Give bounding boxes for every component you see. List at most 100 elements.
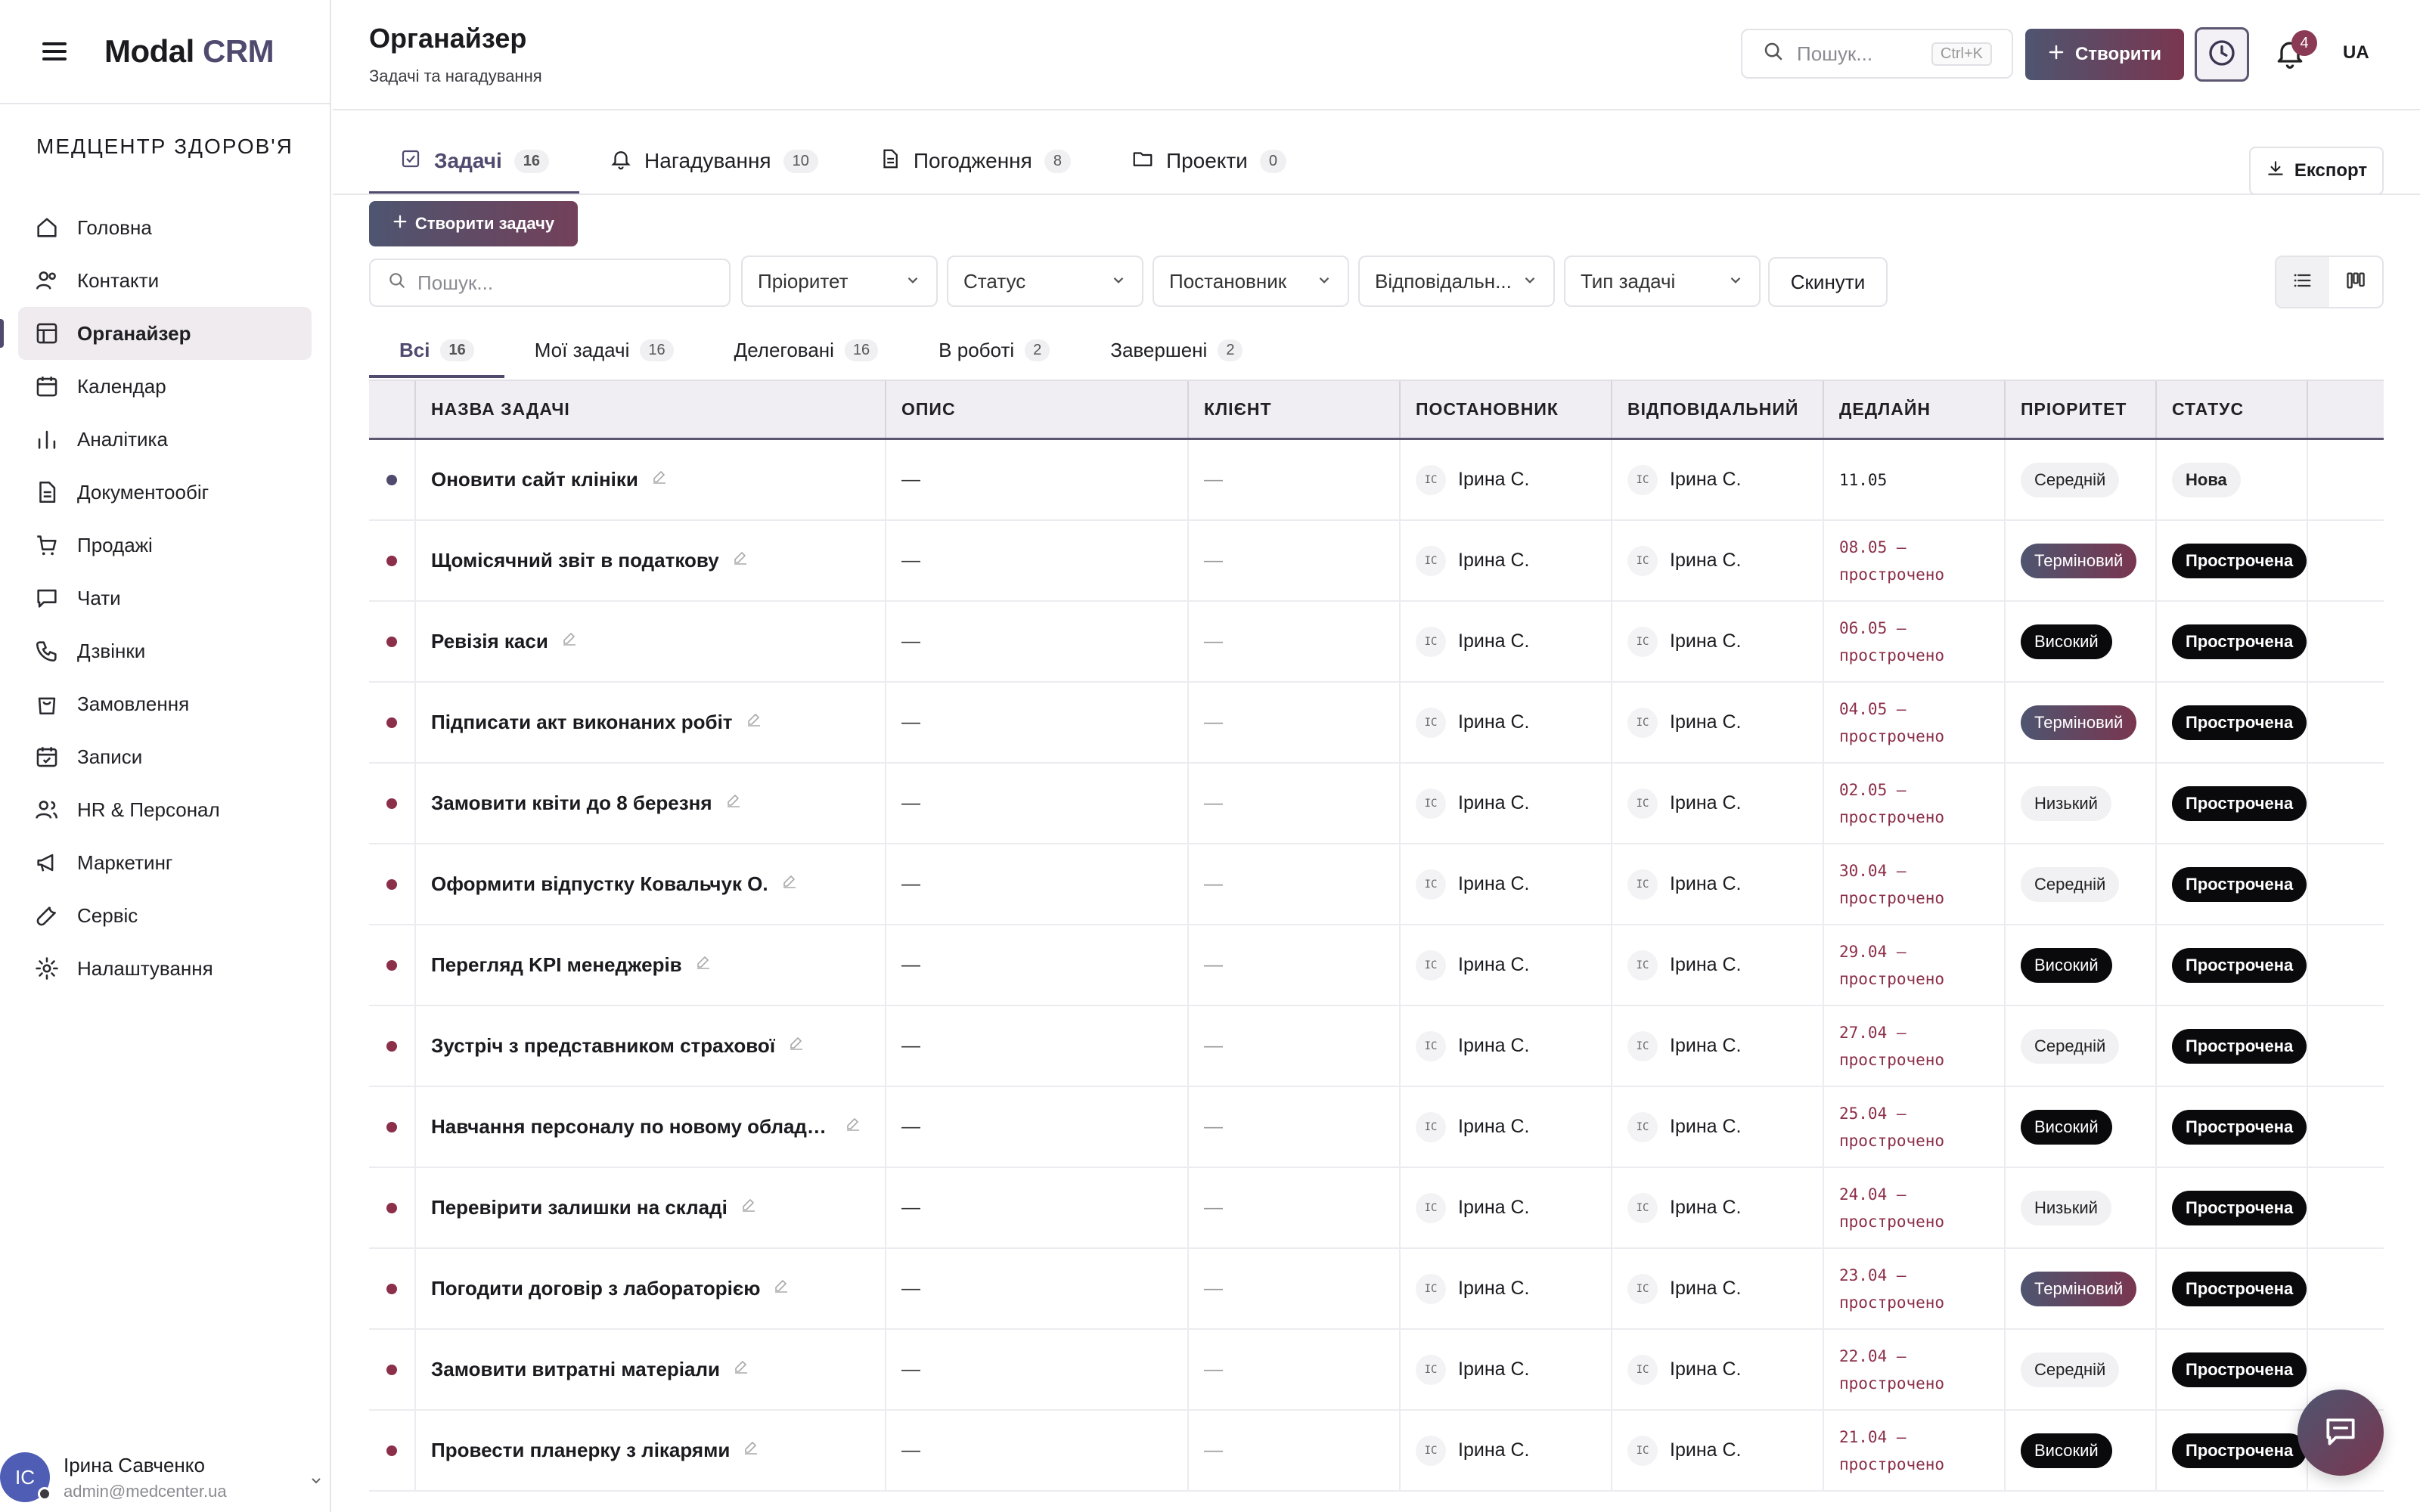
main-tab[interactable]: Проекти 0 <box>1101 129 1317 194</box>
table-row[interactable]: Зустріч з представником страхової — — IC… <box>369 1006 2384 1087</box>
task-name[interactable]: Перегляд KPI менеджерів <box>431 953 682 977</box>
column-header[interactable]: ОПИС <box>886 381 1189 438</box>
time-tracker-button[interactable] <box>2195 27 2249 82</box>
filter-dropdown[interactable]: Постановник <box>1153 256 1349 307</box>
task-search-input[interactable]: Пошук... <box>369 259 731 307</box>
edit-icon[interactable] <box>731 549 749 572</box>
task-name-cell[interactable]: Замовити витратні матеріали <box>416 1330 886 1409</box>
edit-icon[interactable] <box>780 872 799 896</box>
task-name-cell[interactable]: Зустріч з представником страхової <box>416 1006 886 1086</box>
task-name-cell[interactable]: Щомісячний звіт в податкову <box>416 521 886 600</box>
task-filter-tab[interactable]: Делеговані 16 <box>704 324 909 376</box>
task-filter-tab[interactable]: Всі 16 <box>369 324 504 378</box>
sidebar-item[interactable]: Документообіг <box>18 466 312 519</box>
sidebar-item[interactable]: Дзвінки <box>18 624 312 677</box>
app-logo[interactable]: Modal CRM <box>104 33 275 70</box>
table-row[interactable]: Ревізія каси — — IC Ірина С. IC Ірина С. 0… <box>369 602 2384 683</box>
task-name-cell[interactable]: Підписати акт виконаних робіт <box>416 683 886 762</box>
column-header[interactable]: НАЗВА ЗАДАЧІ <box>416 381 886 438</box>
sidebar-item[interactable]: Маркетинг <box>18 836 312 889</box>
edit-icon[interactable] <box>650 468 669 491</box>
edit-icon[interactable] <box>745 711 763 734</box>
filter-dropdown[interactable]: Тип задачі <box>1564 256 1761 307</box>
task-filter-tab[interactable]: Завершені 2 <box>1080 324 1273 376</box>
menu-icon[interactable] <box>42 42 67 60</box>
table-row[interactable]: Замовити квіти до 8 березня — — IC Ірина … <box>369 764 2384 844</box>
column-header[interactable]: ВІДПОВІДАЛЬНИЙ <box>1612 381 1824 438</box>
table-row[interactable]: Навчання персоналу по новому обладн... —… <box>369 1087 2384 1168</box>
edit-icon[interactable] <box>560 630 579 653</box>
table-row[interactable]: Оформити відпустку Ковальчук О. — — IC Ір… <box>369 844 2384 925</box>
task-name-cell[interactable]: Погодити договір з лабораторією <box>416 1249 886 1328</box>
edit-icon[interactable] <box>742 1439 760 1462</box>
sidebar-item[interactable]: Замовлення <box>18 677 312 730</box>
sidebar-item[interactable]: HR & Персонал <box>18 783 312 836</box>
task-name-cell[interactable]: Перегляд KPI менеджерів <box>416 925 886 1005</box>
table-row[interactable]: Перевірити залишки на складі — — IC Ірина… <box>369 1168 2384 1249</box>
language-switcher[interactable]: UA <box>2343 42 2369 64</box>
main-tab[interactable]: Нагадування 10 <box>579 129 849 194</box>
column-header[interactable]: СТАТУС <box>2157 381 2308 438</box>
global-search-input[interactable]: Пошук... Ctrl+K <box>1741 29 2013 79</box>
task-name-cell[interactable]: Ревізія каси <box>416 602 886 681</box>
filter-dropdown[interactable]: Відповідальн... <box>1358 256 1555 307</box>
main-tab[interactable]: Задачі 16 <box>369 129 580 195</box>
task-name[interactable]: Зустріч з представником страхової <box>431 1034 775 1058</box>
chat-button[interactable] <box>2297 1390 2384 1476</box>
edit-icon[interactable] <box>732 1358 750 1381</box>
export-button[interactable]: Експорт <box>2249 147 2384 195</box>
notifications-button[interactable]: 4 <box>2273 30 2317 73</box>
main-tab[interactable]: Погодження 8 <box>849 129 1101 194</box>
task-name[interactable]: Замовити квіти до 8 березня <box>431 792 712 815</box>
task-name[interactable]: Навчання персоналу по новому обладн... <box>431 1115 832 1139</box>
table-row[interactable]: Щомісячний звіт в податкову — — IC Ірина … <box>369 521 2384 602</box>
sidebar-item[interactable]: Головна <box>18 201 312 254</box>
task-name[interactable]: Погодити договір з лабораторією <box>431 1277 760 1300</box>
task-name-cell[interactable]: Провести планерку з лікарями <box>416 1411 886 1490</box>
sidebar-item[interactable]: Календар <box>18 360 312 413</box>
column-header[interactable]: ПРІОРИТЕТ <box>2006 381 2157 438</box>
task-name-cell[interactable]: Замовити квіти до 8 березня <box>416 764 886 843</box>
task-name[interactable]: Ревізія каси <box>431 630 548 653</box>
sidebar-item[interactable]: Налаштування <box>18 942 312 995</box>
column-header[interactable]: КЛІЄНТ <box>1189 381 1401 438</box>
task-name[interactable]: Підписати акт виконаних робіт <box>431 711 733 734</box>
task-name[interactable]: Оформити відпустку Ковальчук О. <box>431 872 768 896</box>
sidebar-item[interactable]: Чати <box>18 572 312 624</box>
edit-icon[interactable] <box>844 1115 862 1139</box>
sidebar-item[interactable]: Аналітика <box>18 413 312 466</box>
task-name-cell[interactable]: Оновити сайт клініки <box>416 440 886 519</box>
task-name[interactable]: Щомісячний звіт в податкову <box>431 549 719 572</box>
sidebar-item[interactable]: Органайзер <box>0 307 312 360</box>
list-view-button[interactable] <box>2276 257 2329 307</box>
kanban-view-button[interactable] <box>2329 257 2382 307</box>
table-row[interactable]: Оновити сайт клініки — — IC Ірина С. IC Ір… <box>369 440 2384 521</box>
task-name[interactable]: Провести планерку з лікарями <box>431 1439 730 1462</box>
edit-icon[interactable] <box>772 1277 790 1300</box>
task-filter-tab[interactable]: Мої задачі 16 <box>504 324 704 376</box>
create-button[interactable]: Створити <box>2025 29 2184 80</box>
filter-dropdown[interactable]: Статус <box>947 256 1143 307</box>
table-row[interactable]: Підписати акт виконаних робіт — — IC Ірин… <box>369 683 2384 764</box>
task-name-cell[interactable]: Навчання персоналу по новому обладн... <box>416 1087 886 1167</box>
task-name[interactable]: Перевірити залишки на складі <box>431 1196 728 1219</box>
create-task-button[interactable]: Створити задачу <box>369 201 578 246</box>
filter-dropdown[interactable]: Пріоритет <box>741 256 938 307</box>
edit-icon[interactable] <box>740 1196 758 1219</box>
column-header[interactable]: ДЕДЛАЙН <box>1824 381 2006 438</box>
edit-icon[interactable] <box>694 953 712 977</box>
sidebar-item[interactable]: Сервіс <box>18 889 312 942</box>
edit-icon[interactable] <box>787 1034 805 1058</box>
table-row[interactable]: Замовити витратні матеріали — — IC Ірина … <box>369 1330 2384 1411</box>
user-profile[interactable]: IC Ірина Савченко admin@medcenter.ua <box>0 1442 330 1512</box>
chevron-down-icon[interactable] <box>309 1473 324 1492</box>
column-header[interactable]: ПОСТАНОВНИК <box>1401 381 1612 438</box>
sidebar-item[interactable]: Записи <box>18 730 312 783</box>
table-row[interactable]: Перегляд KPI менеджерів — — IC Ірина С. I… <box>369 925 2384 1006</box>
edit-icon[interactable] <box>724 792 743 815</box>
task-name-cell[interactable]: Оформити відпустку Ковальчук О. <box>416 844 886 924</box>
task-name[interactable]: Оновити сайт клініки <box>431 468 638 491</box>
sidebar-item[interactable]: Контакти <box>18 254 312 307</box>
table-row[interactable]: Погодити договір з лабораторією — — IC Ір… <box>369 1249 2384 1330</box>
task-filter-tab[interactable]: В роботі 2 <box>908 324 1080 376</box>
